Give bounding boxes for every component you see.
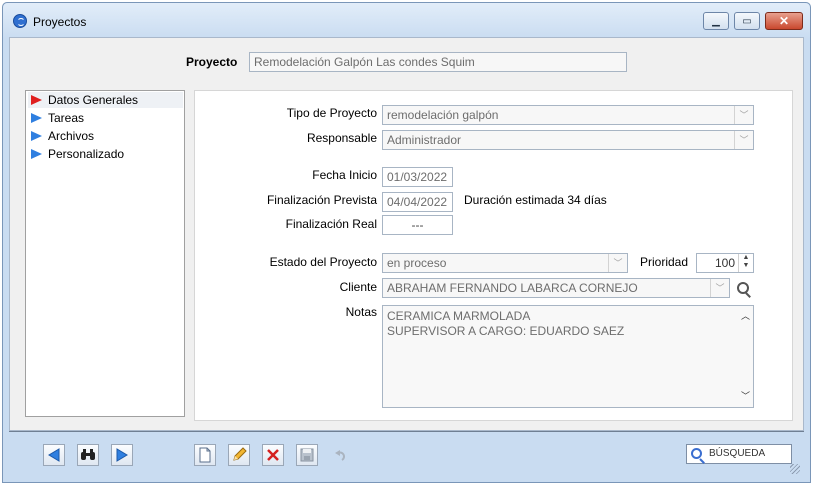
sidebar-item-personalizado[interactable]: Personalizado [28,146,183,162]
project-type-value: remodelación galpón [387,108,499,122]
spinner-arrows-icon[interactable]: ▲ ▼ [738,254,753,272]
expected-end-label: Finalización Prevista [266,193,377,207]
chevron-up-icon[interactable]: ︿ [741,309,750,324]
arrow-right-icon [116,448,128,462]
next-button[interactable] [111,444,133,466]
find-button[interactable] [77,444,99,466]
expected-end-field[interactable]: 04/04/2022 [382,192,453,212]
sidebar-item-label: Tareas [48,111,85,125]
priority-value: 100 [714,256,735,270]
arrow-icon [31,95,42,105]
title-bar[interactable]: Proyectos ▁ ▭ ✕ [3,3,810,39]
maximize-icon: ▭ [742,15,752,27]
save-button[interactable] [296,444,318,466]
previous-button[interactable] [43,444,65,466]
chevron-down-icon[interactable]: ﹀ [734,131,753,149]
priority-label: Prioridad [640,255,689,269]
magnifier-icon [737,282,749,294]
actual-end-label: Finalización Real [285,217,377,231]
notes-textarea[interactable]: CERAMICA MARMOLADA SUPERVISOR A CARGO: E… [382,305,754,408]
edit-button[interactable] [228,444,250,466]
new-document-icon [199,447,211,463]
delete-x-icon [267,449,279,461]
minimize-icon: ▁ [712,15,720,27]
project-type-label: Tipo de Proyecto [286,106,377,120]
notes-scrollbar[interactable]: ︿ ﹀ [737,306,753,407]
close-button[interactable]: ✕ [765,12,803,30]
pencil-icon [233,447,247,461]
responsible-select[interactable]: Administrador ﹀ [382,130,754,150]
maximize-button[interactable]: ▭ [734,12,760,30]
minimize-button[interactable]: ▁ [703,12,729,30]
bottom-toolbar: BÚSQUEDA [9,431,804,477]
project-status-value: en proceso [387,256,447,270]
notes-label: Notas [345,305,377,319]
chevron-down-icon[interactable]: ﹀ [710,279,729,297]
general-data-panel: Tipo de Proyecto remodelación galpón ﹀ R… [194,90,793,421]
chevron-down-icon[interactable]: ﹀ [734,106,753,124]
arrow-icon [31,131,42,141]
sidebar-item-archivos[interactable]: Archivos [28,128,183,144]
search-label: BÚSQUEDA [709,448,766,459]
responsible-value: Administrador [387,133,462,147]
sidebar-item-tareas[interactable]: Tareas [28,110,183,126]
project-name-field[interactable]: Remodelación Galpón Las condes Squim [249,52,627,72]
resize-grip-icon[interactable] [790,464,800,474]
client-label: Cliente [339,280,377,294]
delete-button[interactable] [262,444,284,466]
project-status-label: Estado del Proyecto [269,255,377,269]
start-date-field[interactable]: 01/03/2022 [382,167,453,187]
client-value: ABRAHAM FERNANDO LABARCA CORNEJO [387,281,638,295]
sidebar-item-datos-generales[interactable]: Datos Generales [28,92,183,108]
notes-line: CERAMICA MARMOLADA [387,309,531,323]
arrow-left-icon [48,448,60,462]
search-button[interactable]: BÚSQUEDA [686,444,792,464]
window-title: Proyectos [33,15,87,29]
client-select[interactable]: ABRAHAM FERNANDO LABARCA CORNEJO ﹀ [382,278,730,298]
estimated-duration-text: Duración estimada 34 días [464,193,607,207]
client-area: Proyecto Remodelación Galpón Las condes … [9,37,804,431]
search-icon [691,448,702,459]
close-icon: ✕ [778,14,790,28]
binoculars-icon [81,449,95,460]
priority-spinner[interactable]: 100 ▲ ▼ [696,253,754,273]
floppy-disk-icon [300,448,314,462]
sidebar-item-label: Datos Generales [48,93,139,107]
project-type-select[interactable]: remodelación galpón ﹀ [382,105,754,125]
section-list: Datos Generales Tareas Archivos Personal… [25,90,185,417]
arrow-icon [31,113,42,123]
project-status-select[interactable]: en proceso ﹀ [382,253,628,273]
new-button[interactable] [194,444,216,466]
chevron-down-icon[interactable]: ﹀ [608,254,627,272]
actual-end-field[interactable]: --- [382,215,453,235]
sidebar-item-label: Archivos [48,129,95,143]
app-icon [13,14,27,28]
notes-line: SUPERVISOR A CARGO: EDUARDO SAEZ [387,324,625,338]
start-date-label: Fecha Inicio [312,168,377,182]
project-window: Proyectos ▁ ▭ ✕ Proyecto Remodelación Ga… [2,2,811,483]
sidebar-item-label: Personalizado [48,147,125,161]
project-label: Proyecto [186,55,238,69]
undo-button[interactable] [330,444,352,466]
client-search-button[interactable] [734,279,752,297]
chevron-down-icon[interactable]: ﹀ [741,389,750,404]
arrow-icon [31,149,42,159]
responsible-label: Responsable [306,131,377,145]
undo-icon [335,450,345,461]
